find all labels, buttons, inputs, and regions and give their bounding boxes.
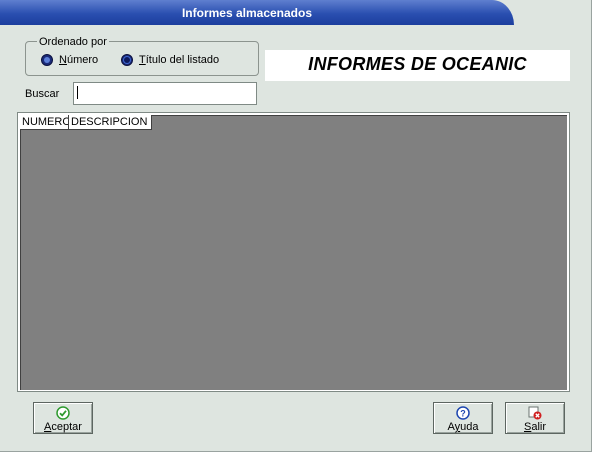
radio-titulo[interactable]: Título del listado xyxy=(121,52,219,68)
exit-icon xyxy=(528,406,542,420)
exit-button[interactable]: Salir xyxy=(505,402,565,434)
help-label-start: A xyxy=(447,421,455,433)
search-input[interactable] xyxy=(73,82,257,105)
radio-numero-label: úmero xyxy=(66,54,99,66)
text-caret xyxy=(77,86,78,99)
check-icon xyxy=(56,406,70,420)
report-table[interactable] xyxy=(20,115,567,390)
help-button[interactable]: ? Ayuda xyxy=(433,402,493,434)
search-label: Buscar xyxy=(25,88,60,100)
svg-text:?: ? xyxy=(460,409,466,419)
radio-titulo-label: ítulo del listado xyxy=(145,54,220,66)
accept-label: ceptar xyxy=(51,421,82,433)
banner-panel: INFORMES DE OCEANIC xyxy=(265,50,570,81)
exit-label: alir xyxy=(531,421,546,433)
accept-button[interactable]: Aceptar xyxy=(33,402,93,434)
column-header-numero[interactable]: NUMERO xyxy=(20,115,69,130)
radio-button-selected-icon[interactable] xyxy=(121,54,133,66)
dialog-window: Informes almacenados Ordenado por Número… xyxy=(0,0,592,452)
title-bar[interactable]: Informes almacenados xyxy=(0,0,592,25)
banner-title: INFORMES DE OCEANIC xyxy=(308,54,527,74)
radio-numero[interactable]: Número xyxy=(41,52,98,68)
sort-group-legend: Ordenado por xyxy=(37,36,109,48)
help-icon: ? xyxy=(456,406,470,420)
radio-numero-mnemonic: N xyxy=(59,54,67,66)
help-label-end: uda xyxy=(460,421,479,433)
radio-titulo-mnemonic: T xyxy=(139,54,146,66)
column-header-descripcion[interactable]: DESCRIPCION xyxy=(69,115,152,130)
radio-button-icon[interactable] xyxy=(41,54,53,66)
window-title: Informes almacenados xyxy=(181,6,313,20)
